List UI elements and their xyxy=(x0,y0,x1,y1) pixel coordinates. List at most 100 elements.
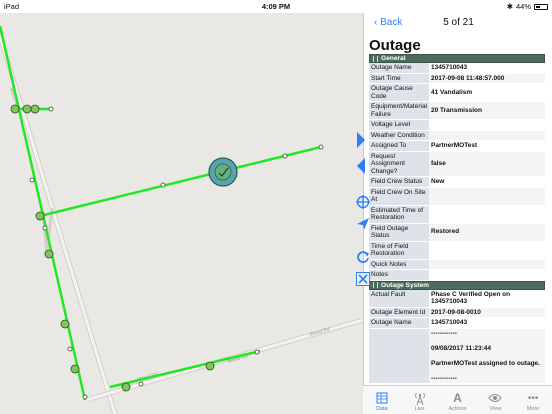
attribute-value: New xyxy=(429,177,545,187)
clock: 4:09 PM xyxy=(261,2,291,11)
selected-outage-marker[interactable] xyxy=(208,157,238,187)
device-node[interactable] xyxy=(60,319,70,329)
tab-label: Actions xyxy=(448,406,467,412)
collapse-panel-button[interactable] xyxy=(356,131,366,154)
attribute-key: Assigned To xyxy=(369,141,429,151)
triangle-right-icon xyxy=(357,132,365,148)
attribute-value: PartnerMOTest xyxy=(429,141,545,151)
attribute-key: Estimated Time of Restoration xyxy=(369,205,429,223)
table-row[interactable]: Request Assignment Change? false xyxy=(369,151,545,177)
data-icon xyxy=(376,391,388,405)
record-pager: 5 of 21 xyxy=(443,17,474,28)
attribute-key: Outage Name xyxy=(369,63,429,73)
tools-button[interactable] xyxy=(356,272,370,291)
tab-bar: Data Live A Actions View ••• More xyxy=(363,385,552,414)
view-icon xyxy=(488,391,502,405)
table-row[interactable]: Outage Element Id 2017-09-08-0010 xyxy=(369,307,545,318)
tab-more[interactable]: ••• More xyxy=(514,386,552,414)
device-node[interactable] xyxy=(10,104,20,114)
tab-live[interactable]: Live xyxy=(401,386,439,414)
feeder-branch[interactable] xyxy=(39,145,322,218)
device-node[interactable] xyxy=(44,249,54,259)
device-node[interactable] xyxy=(82,394,88,400)
outage-detail-panel: ‹ Back 5 of 21 Outage General Outage Name… xyxy=(363,13,552,414)
table-row[interactable]: Voltage Level xyxy=(369,120,545,131)
tab-label: Live xyxy=(414,406,425,412)
table-row[interactable]: Estimated Time of Restoration xyxy=(369,205,545,224)
table-row[interactable]: Quick Notes xyxy=(369,259,545,270)
attribute-key: Quick Notes xyxy=(369,259,429,269)
table-row[interactable]: Field Outage Status Restored xyxy=(369,223,545,242)
attribute-table[interactable]: General Outage Name 1345710043 Start Time 20… xyxy=(369,54,545,392)
device-node[interactable] xyxy=(22,104,32,114)
attribute-key: Actual Fault xyxy=(369,289,429,307)
device-nodes[interactable] xyxy=(10,104,324,400)
map-view[interactable]: Wood Rd Wood Rd Wood Rd Wood Rd xyxy=(0,13,363,414)
tab-label: More xyxy=(526,406,540,412)
tab-view[interactable]: View xyxy=(476,386,514,414)
road-label: Wood Rd xyxy=(309,326,331,338)
section-header[interactable]: General xyxy=(369,54,545,63)
table-row[interactable]: Field Crew Status New xyxy=(369,177,545,188)
attribute-key: Voltage Level xyxy=(369,120,429,130)
attribute-key: Request Assignment Change? xyxy=(369,151,429,176)
device-node[interactable] xyxy=(30,104,40,114)
device-node[interactable] xyxy=(29,177,35,183)
triangle-left-icon xyxy=(357,158,365,174)
roads xyxy=(0,35,363,414)
navigate-button[interactable] xyxy=(356,217,370,236)
table-row[interactable]: Outage Name 1345710043 xyxy=(369,63,545,74)
attribute-key: Outage Name xyxy=(369,318,429,328)
collapse-grip-icon xyxy=(373,55,378,62)
attribute-key: Equipment/Material Failure xyxy=(369,102,429,119)
device-node[interactable] xyxy=(48,106,54,112)
expand-panel-button[interactable] xyxy=(356,157,366,180)
locate-button[interactable] xyxy=(356,195,370,214)
attribute-value: ------------ 09/08/2017 11:23:44 Partner… xyxy=(429,328,545,383)
device-node[interactable] xyxy=(67,346,73,352)
device-node[interactable] xyxy=(35,211,45,221)
tab-data[interactable]: Data xyxy=(363,386,401,414)
table-row[interactable]: Actual Fault Phase C Verified Open on 134… xyxy=(369,289,545,308)
table-row[interactable]: Weather Condition xyxy=(369,130,545,141)
attribute-key xyxy=(369,328,429,383)
panel-title: Outage xyxy=(369,37,421,54)
device-node[interactable] xyxy=(42,225,48,231)
table-row[interactable]: Start Time 2017-09-08 11:48:57.000 xyxy=(369,73,545,84)
device-node[interactable] xyxy=(160,182,166,188)
outage-node[interactable] xyxy=(214,163,232,181)
attribute-value xyxy=(429,120,545,130)
table-row[interactable]: Assigned To PartnerMOTest xyxy=(369,141,545,152)
attribute-key: Time of Field Restoration xyxy=(369,241,429,259)
section-header[interactable]: Outage System xyxy=(369,280,545,290)
device-node[interactable] xyxy=(138,381,144,387)
attribute-value xyxy=(429,270,545,280)
device-node[interactable] xyxy=(254,349,260,355)
device-node[interactable] xyxy=(205,361,215,371)
table-row[interactable]: Outage Cause Code 41 Vandalism xyxy=(369,84,545,102)
table-row[interactable]: Field Crew On Site At xyxy=(369,187,545,206)
device-node[interactable] xyxy=(121,382,131,392)
table-row[interactable]: Time of Field Restoration xyxy=(369,241,545,260)
table-row[interactable]: Outage Name 1345710043 xyxy=(369,318,545,329)
device-node[interactable] xyxy=(318,144,324,150)
device-node[interactable] xyxy=(70,364,80,374)
section-title: Outage System xyxy=(381,281,430,289)
attribute-key: Field Outage Status xyxy=(369,223,429,241)
refresh-button[interactable] xyxy=(356,250,370,269)
feeder-lower[interactable] xyxy=(109,349,261,389)
attribute-key: Field Crew Status xyxy=(369,177,429,187)
table-row[interactable]: ------------ 09/08/2017 11:23:44 Partner… xyxy=(369,328,545,384)
attribute-value xyxy=(429,130,545,140)
table-row[interactable]: Notes xyxy=(369,270,545,281)
table-row[interactable]: Equipment/Material Failure 20 Transmissio… xyxy=(369,102,545,120)
battery-icon xyxy=(534,3,548,10)
attribute-value xyxy=(429,205,545,223)
tools-icon xyxy=(356,272,370,286)
map-canvas[interactable]: Wood Rd Wood Rd Wood Rd Wood Rd xyxy=(0,13,363,414)
device-node[interactable] xyxy=(282,153,288,159)
attribute-value: 2017-09-08 11:48:57.000 xyxy=(429,73,545,83)
crosshair-icon xyxy=(356,195,370,209)
tab-actions[interactable]: A Actions xyxy=(439,386,477,414)
road-main-fill xyxy=(0,35,117,414)
